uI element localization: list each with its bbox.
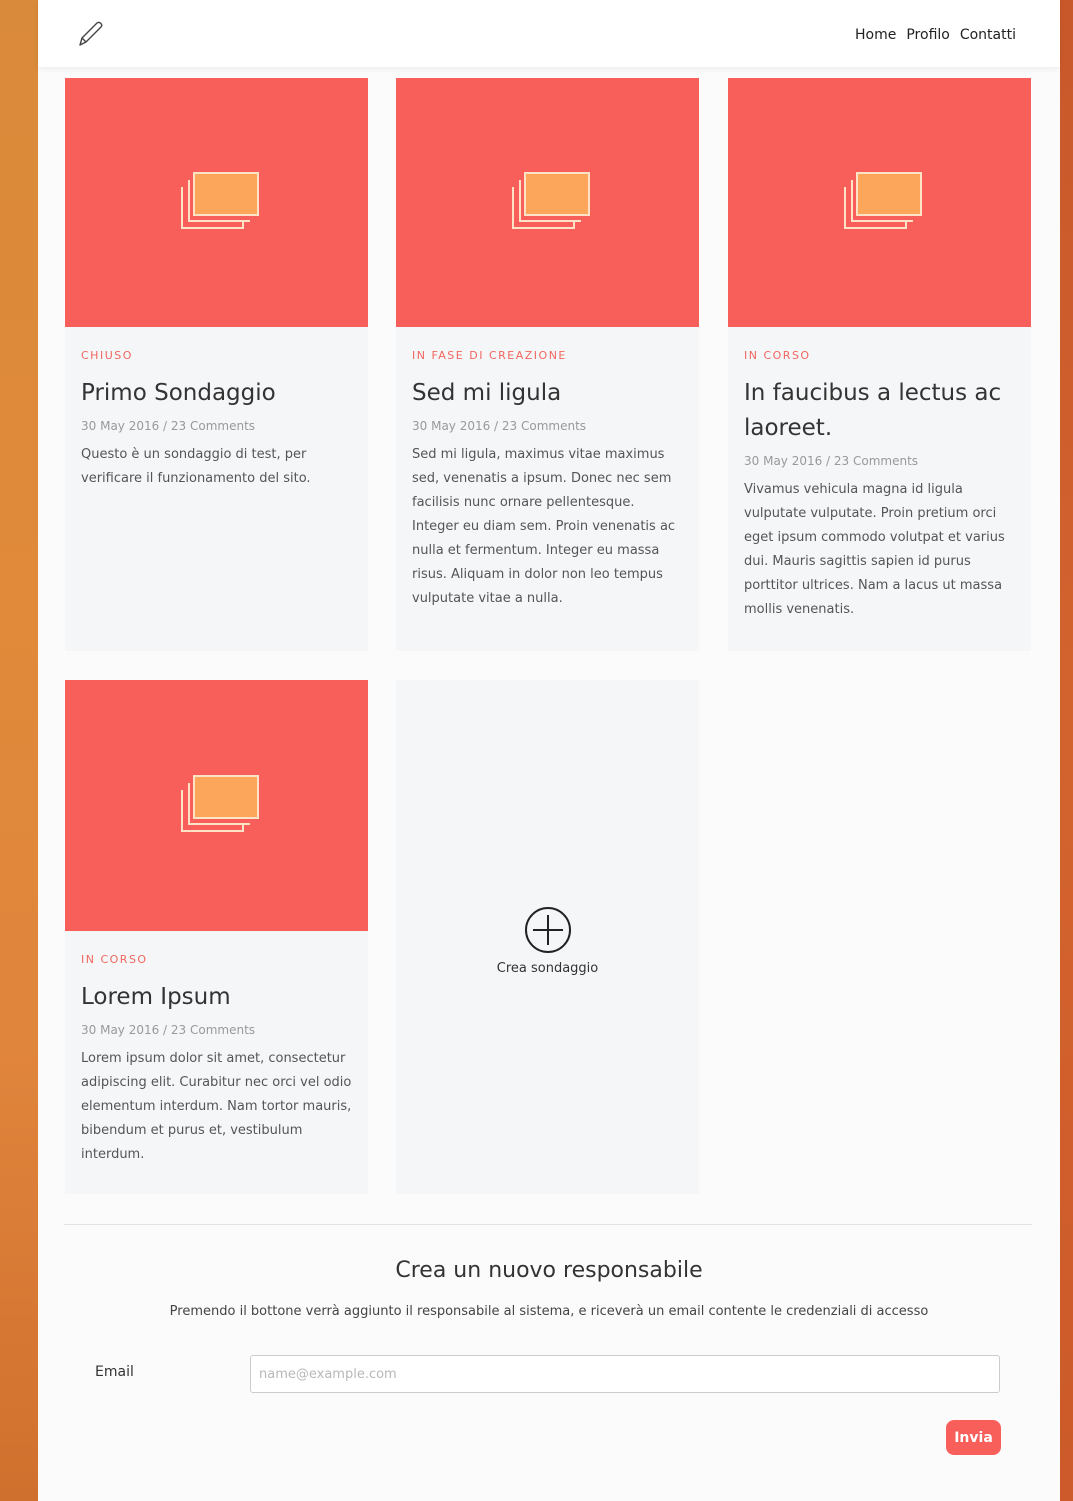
divider — [64, 1224, 1032, 1225]
image-gallery-icon — [180, 171, 259, 229]
nav-link-contatti[interactable]: Contatti — [960, 27, 1016, 43]
status-badge: CHIUSO — [81, 349, 133, 362]
survey-card[interactable]: IN CORSO In faucibus a lectus ac laoreet… — [728, 78, 1031, 651]
nav-link-profilo[interactable]: Profilo — [906, 27, 949, 43]
survey-card[interactable]: IN FASE DI CREAZIONE Sed mi ligula 30 Ma… — [396, 78, 699, 651]
form-subtitle: Premendo il bottone verrà aggiunto il re… — [169, 1304, 929, 1319]
survey-card[interactable]: IN CORSO Lorem Ipsum 30 May 2016 / 23 Co… — [65, 680, 368, 1194]
status-badge: IN CORSO — [81, 953, 148, 966]
card-image — [396, 78, 699, 327]
card-image — [728, 78, 1031, 327]
survey-card[interactable]: CHIUSO Primo Sondaggio 30 May 2016 / 23 … — [65, 78, 368, 651]
card-meta: 30 May 2016 / 23 Comments — [81, 1023, 256, 1037]
card-title[interactable]: Sed mi ligula — [412, 376, 683, 411]
card-image — [65, 680, 368, 931]
submit-button[interactable]: Invia — [946, 1420, 1001, 1455]
email-field[interactable] — [250, 1355, 1000, 1393]
nav-links: Home Profilo Contatti — [855, 27, 1016, 43]
create-survey-button[interactable]: Crea sondaggio — [396, 680, 699, 1194]
card-title[interactable]: Lorem Ipsum — [81, 980, 352, 1015]
card-image — [65, 78, 368, 327]
email-label: Email — [95, 1364, 134, 1380]
card-title[interactable]: In faucibus a lectus ac laoreet. — [744, 376, 1015, 446]
card-description: Sed mi ligula, maximus vitae maximus sed… — [412, 447, 676, 606]
pencil-icon[interactable] — [72, 18, 106, 52]
card-meta: 30 May 2016 / 23 Comments — [81, 419, 256, 433]
navbar: Home Profilo Contatti — [38, 0, 1060, 67]
status-badge: IN FASE DI CREAZIONE — [412, 349, 567, 362]
card-meta: 30 May 2016 / 23 Comments — [412, 419, 587, 433]
card-meta: 30 May 2016 / 23 Comments — [744, 454, 919, 468]
image-gallery-icon — [180, 774, 259, 832]
plus-circle-icon — [524, 906, 571, 953]
page: Home Profilo Contatti CHIUSO Primo Sonda… — [38, 0, 1060, 1501]
status-badge: IN CORSO — [744, 349, 811, 362]
image-gallery-icon — [843, 171, 922, 229]
image-gallery-icon — [511, 171, 590, 229]
create-survey-label: Crea sondaggio — [496, 960, 599, 976]
card-description: Questo è un sondaggio di test, per verif… — [81, 447, 311, 486]
form-title: Crea un nuovo responsabile — [395, 1258, 703, 1283]
card-description: Vivamus vehicula magna id ligula vulputa… — [744, 482, 1005, 617]
card-description: Lorem ipsum dolor sit amet, consectetur … — [81, 1051, 352, 1162]
nav-link-home[interactable]: Home — [855, 27, 896, 43]
card-title[interactable]: Primo Sondaggio — [81, 376, 352, 411]
background-left — [0, 0, 40, 1501]
